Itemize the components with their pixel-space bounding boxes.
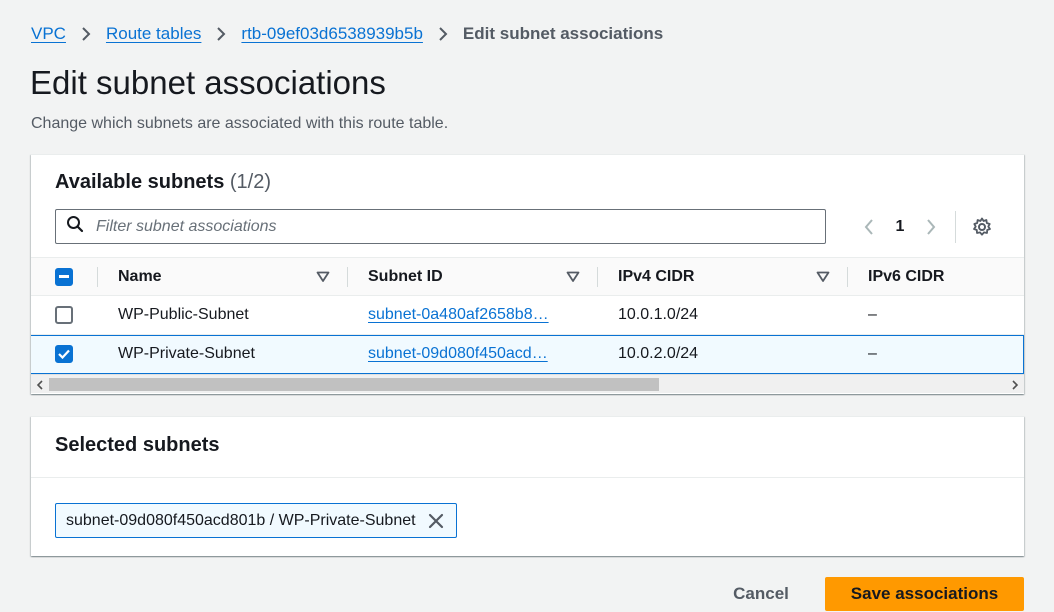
next-page-button[interactable] bbox=[919, 215, 943, 239]
table-settings-button[interactable] bbox=[970, 215, 994, 239]
search-icon bbox=[66, 215, 84, 238]
caret-down-icon[interactable] bbox=[816, 270, 830, 284]
column-header-subnet-id[interactable]: Subnet ID bbox=[368, 258, 443, 296]
row-checkbox[interactable] bbox=[55, 306, 73, 324]
subnet-name: WP-Public-Subnet bbox=[118, 306, 249, 323]
column-header-ipv4-cidr[interactable]: IPv4 CIDR bbox=[618, 258, 694, 296]
subnet-name: WP-Private-Subnet bbox=[118, 345, 255, 362]
chevron-right-icon bbox=[66, 26, 106, 42]
scroll-right-arrow[interactable] bbox=[1006, 375, 1024, 394]
caret-down-icon[interactable] bbox=[316, 270, 330, 284]
horizontal-scrollbar[interactable] bbox=[31, 374, 1024, 393]
column-divider bbox=[847, 267, 848, 287]
page-title: Edit subnet associations bbox=[30, 64, 386, 101]
current-page-number[interactable]: 1 bbox=[881, 218, 919, 236]
column-divider bbox=[347, 267, 348, 287]
filter-box[interactable] bbox=[55, 209, 826, 244]
column-divider bbox=[597, 267, 598, 287]
subnet-id-link[interactable]: subnet-0a480af2658b8… bbox=[368, 296, 549, 334]
pager-divider bbox=[955, 210, 956, 243]
table-header: Name Subnet ID IPv4 CIDR IPv6 CIDR bbox=[31, 257, 1024, 296]
ipv6-cidr: – bbox=[868, 306, 877, 323]
close-icon[interactable] bbox=[426, 511, 446, 531]
selected-subnet-token: subnet-09d080f450acd801b / WP-Private-Su… bbox=[55, 503, 457, 538]
breadcrumb: VPC Route tables rtb-09ef03d6538939b5b E… bbox=[31, 22, 663, 46]
page-description: Change which subnets are associated with… bbox=[31, 115, 449, 132]
column-divider bbox=[97, 267, 98, 287]
checkmark-icon bbox=[58, 349, 70, 359]
available-subnets-title: Available subnets bbox=[55, 171, 225, 193]
subnet-id-cell: subnet-09d080f450acd… bbox=[368, 335, 580, 373]
breadcrumb-vpc[interactable]: VPC bbox=[31, 24, 66, 44]
row-checkbox-checked[interactable] bbox=[55, 345, 73, 363]
table-row-selected[interactable]: WP-Private-Subnet subnet-09d080f450acd… … bbox=[31, 335, 1024, 374]
available-subnets-heading: Available subnets (1/2) bbox=[55, 171, 271, 194]
token-label: subnet-09d080f450acd801b / WP-Private-Su… bbox=[66, 511, 416, 529]
chevron-left-icon bbox=[864, 218, 873, 235]
chevron-right-icon bbox=[927, 218, 936, 235]
available-subnets-count: (1/2) bbox=[229, 171, 272, 193]
chevron-right-icon bbox=[423, 26, 463, 42]
divider bbox=[31, 477, 1024, 478]
subnet-id-cell: subnet-0a480af2658b8… bbox=[368, 296, 580, 334]
save-associations-button[interactable]: Save associations bbox=[825, 577, 1024, 611]
cancel-button[interactable]: Cancel bbox=[716, 577, 806, 611]
breadcrumb-route-table-id[interactable]: rtb-09ef03d6538939b5b bbox=[241, 24, 423, 44]
previous-page-button[interactable] bbox=[857, 215, 881, 239]
indeterminate-icon bbox=[59, 275, 69, 278]
column-header-ipv6-cidr[interactable]: IPv6 CIDR bbox=[868, 258, 944, 296]
ipv4-cidr: 10.0.1.0/24 bbox=[618, 306, 699, 323]
select-all-checkbox[interactable] bbox=[55, 268, 73, 286]
column-header-name[interactable]: Name bbox=[118, 258, 162, 296]
ipv6-cidr: – bbox=[868, 345, 877, 362]
chevron-left-icon bbox=[36, 379, 43, 390]
pagination: 1 bbox=[857, 209, 994, 244]
chevron-right-icon bbox=[1012, 379, 1019, 390]
table-row[interactable]: WP-Public-Subnet subnet-0a480af2658b8… 1… bbox=[31, 296, 1024, 335]
subnet-id-link[interactable]: subnet-09d080f450acd… bbox=[368, 335, 548, 373]
caret-down-icon[interactable] bbox=[566, 270, 580, 284]
scrollbar-thumb[interactable] bbox=[49, 378, 659, 391]
selected-subnets-panel: Selected subnets subnet-09d080f450acd801… bbox=[31, 416, 1024, 556]
breadcrumb-current: Edit subnet associations bbox=[462, 24, 664, 43]
gear-icon bbox=[973, 217, 991, 236]
ipv4-cidr: 10.0.2.0/24 bbox=[618, 345, 699, 362]
breadcrumb-route-tables[interactable]: Route tables bbox=[106, 24, 201, 44]
selected-subnets-title: Selected subnets bbox=[55, 434, 220, 456]
chevron-right-icon bbox=[201, 26, 241, 42]
scroll-left-arrow[interactable] bbox=[31, 375, 49, 394]
available-subnets-panel: Available subnets (1/2) 1 Name bbox=[31, 154, 1024, 394]
filter-input[interactable] bbox=[94, 216, 774, 237]
